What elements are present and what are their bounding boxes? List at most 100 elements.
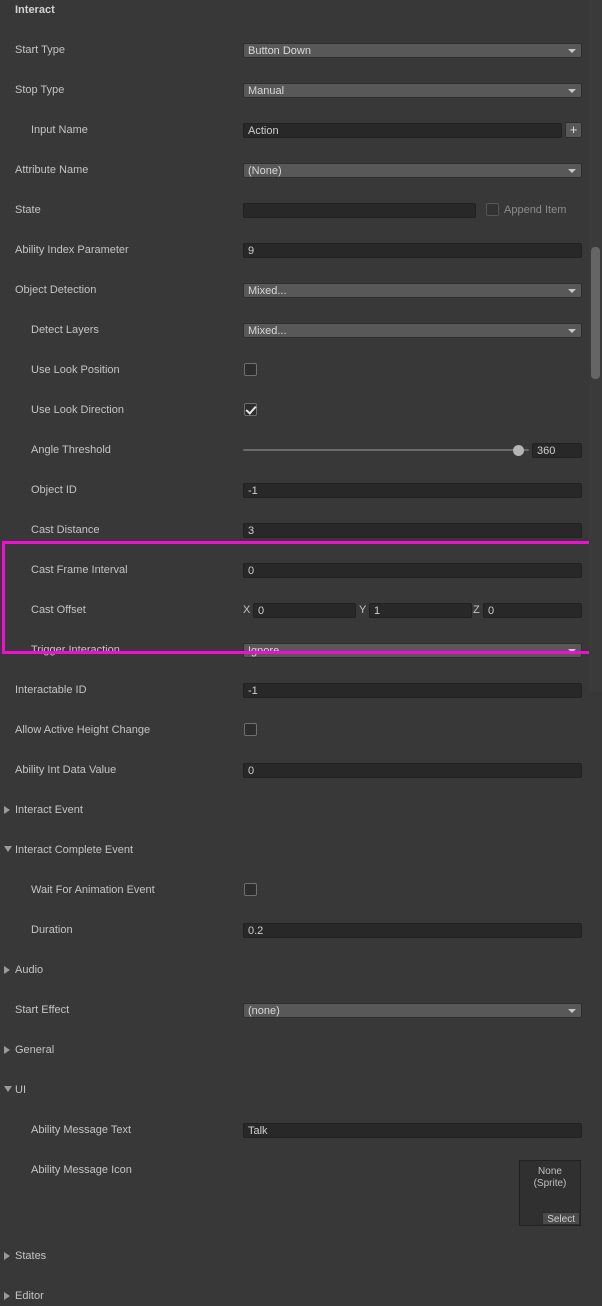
property-row: Object Detection Mixed... <box>0 280 602 300</box>
property-row: Ability Index Parameter 9 <box>0 240 602 260</box>
dropdown-value: (None) <box>248 165 282 177</box>
property-label-angle-threshold: Angle Threshold <box>31 444 111 456</box>
property-label-ability-index-parameter: Ability Index Parameter <box>15 244 129 256</box>
property-label-attribute-name: Attribute Name <box>15 164 89 176</box>
input-cast-offset-y[interactable]: 1 <box>369 603 472 618</box>
property-row: Interactable ID -1 <box>0 680 602 700</box>
chevron-right-icon[interactable] <box>4 1252 10 1260</box>
property-row: UI <box>0 1080 602 1100</box>
property-row: Start Type Button Down <box>0 40 602 60</box>
input-cast-offset-x[interactable]: 0 <box>253 603 356 618</box>
property-row: Cast Distance 3 <box>0 520 602 540</box>
chevron-down-icon <box>568 89 576 93</box>
vertical-scrollbar[interactable] <box>589 0 602 692</box>
property-row: Ability Message Text Talk <box>0 1120 602 1140</box>
input-input-name[interactable]: Action <box>243 123 562 138</box>
property-label-stop-type: Stop Type <box>15 84 65 96</box>
vector-axis-label-x: X <box>243 604 251 616</box>
property-row: Start Effect (none) <box>0 1000 602 1020</box>
property-label-ability-message-icon: Ability Message Icon <box>31 1164 132 1176</box>
checkbox-append-item[interactable] <box>486 203 499 216</box>
property-row: Audio <box>0 960 602 980</box>
vector-axis-label-y: Y <box>359 604 367 616</box>
property-row: General <box>0 1040 602 1060</box>
checkbox-use-look-direction[interactable] <box>244 403 257 416</box>
input-object-id[interactable]: -1 <box>243 483 582 498</box>
foldout-label-audio[interactable]: Audio <box>15 960 43 980</box>
property-label-input-name: Input Name <box>31 124 88 136</box>
property-label-object-detection: Object Detection <box>15 284 97 296</box>
property-row: Object ID -1 <box>0 480 602 500</box>
scrollbar-thumb[interactable] <box>591 247 600 379</box>
property-label-trigger-interaction: Trigger Interaction <box>31 644 120 656</box>
chevron-right-icon[interactable] <box>4 806 10 814</box>
property-row: Trigger Interaction Ignore <box>0 640 602 660</box>
foldout-label-states[interactable]: States <box>15 1246 46 1266</box>
object-field-ability-message-icon[interactable]: None (Sprite) Select <box>519 1160 581 1226</box>
input-state[interactable] <box>243 203 476 218</box>
property-row: States <box>0 1246 602 1266</box>
chevron-down-icon <box>568 649 576 653</box>
input-ability-index-parameter[interactable]: 9 <box>243 243 582 258</box>
dropdown-attribute-name[interactable]: (None) <box>243 163 582 178</box>
foldout-label-general[interactable]: General <box>15 1040 54 1060</box>
input-cast-offset-z[interactable]: 0 <box>483 603 582 618</box>
input-ability-int-data-value[interactable]: 0 <box>243 763 582 778</box>
property-rows: Start Type Button Down Stop Type Manual Inpu… <box>0 20 602 1302</box>
input-duration[interactable]: 0.2 <box>243 923 582 938</box>
dropdown-detect-layers[interactable]: Mixed... <box>243 323 582 338</box>
add-input-button[interactable]: + <box>565 122 582 138</box>
property-label-use-look-position: Use Look Position <box>31 364 120 376</box>
chevron-down-icon <box>568 49 576 53</box>
select-sprite-button[interactable]: Select <box>542 1212 580 1225</box>
property-label-wait-for-animation-event: Wait For Animation Event <box>31 884 155 896</box>
slider-value-input[interactable]: 360 <box>532 443 582 458</box>
checkbox-use-look-position[interactable] <box>244 363 257 376</box>
property-label-ability-int-data-value: Ability Int Data Value <box>15 764 117 776</box>
object-field-name: None <box>538 1166 562 1177</box>
slider-handle[interactable] <box>512 445 524 456</box>
panel-header-row: Interact <box>0 0 602 20</box>
property-label-object-id: Object ID <box>31 484 77 496</box>
slider-angle-threshold[interactable] <box>243 443 529 458</box>
input-ability-message-text[interactable]: Talk <box>243 1123 582 1138</box>
input-interactable-id[interactable]: -1 <box>243 683 582 698</box>
label-append-item: Append Item <box>504 204 567 216</box>
chevron-down-icon <box>568 1009 576 1013</box>
property-label-allow-active-height-change: Allow Active Height Change <box>15 724 151 736</box>
slider-track <box>243 449 529 451</box>
property-row: Allow Active Height Change <box>0 720 602 740</box>
dropdown-trigger-interaction[interactable]: Ignore <box>243 643 582 658</box>
property-row: Use Look Direction <box>0 400 602 420</box>
property-label-duration: Duration <box>31 924 73 936</box>
dropdown-start-effect[interactable]: (none) <box>243 1003 582 1018</box>
dropdown-object-detection[interactable]: Mixed... <box>243 283 582 298</box>
chevron-down-icon <box>568 169 576 173</box>
object-field-caption: None (Sprite) <box>520 1166 580 1190</box>
property-row: Cast Offset X 0 Y 1 Z 0 <box>0 600 602 620</box>
page-title: Interact <box>15 4 55 16</box>
property-row: Cast Frame Interval 0 <box>0 560 602 580</box>
foldout-label-ui[interactable]: UI <box>15 1080 26 1100</box>
property-row: Stop Type Manual <box>0 80 602 100</box>
input-cast-frame-interval[interactable]: 0 <box>243 563 582 578</box>
property-row: Editor <box>0 1286 602 1306</box>
checkbox-allow-active-height-change[interactable] <box>244 723 257 736</box>
dropdown-start-type[interactable]: Button Down <box>243 43 582 58</box>
dropdown-value: Button Down <box>248 45 311 57</box>
dropdown-value: Manual <box>248 85 285 97</box>
dropdown-value: Mixed... <box>248 325 287 337</box>
checkbox-wait-for-animation-event[interactable] <box>244 883 257 896</box>
chevron-right-icon[interactable] <box>4 1046 10 1054</box>
foldout-label-interact-event[interactable]: Interact Event <box>15 800 83 820</box>
property-label-start-type: Start Type <box>15 44 65 56</box>
foldout-label-interact-complete-event[interactable]: Interact Complete Event <box>15 840 133 860</box>
chevron-right-icon[interactable] <box>4 1292 10 1300</box>
dropdown-stop-type[interactable]: Manual <box>243 83 582 98</box>
foldout-label-editor[interactable]: Editor <box>15 1286 44 1306</box>
property-label-cast-offset: Cast Offset <box>31 604 86 616</box>
chevron-down-icon[interactable] <box>4 846 12 852</box>
input-cast-distance[interactable]: 3 <box>243 523 582 538</box>
chevron-right-icon[interactable] <box>4 966 10 974</box>
chevron-down-icon[interactable] <box>4 1086 12 1092</box>
